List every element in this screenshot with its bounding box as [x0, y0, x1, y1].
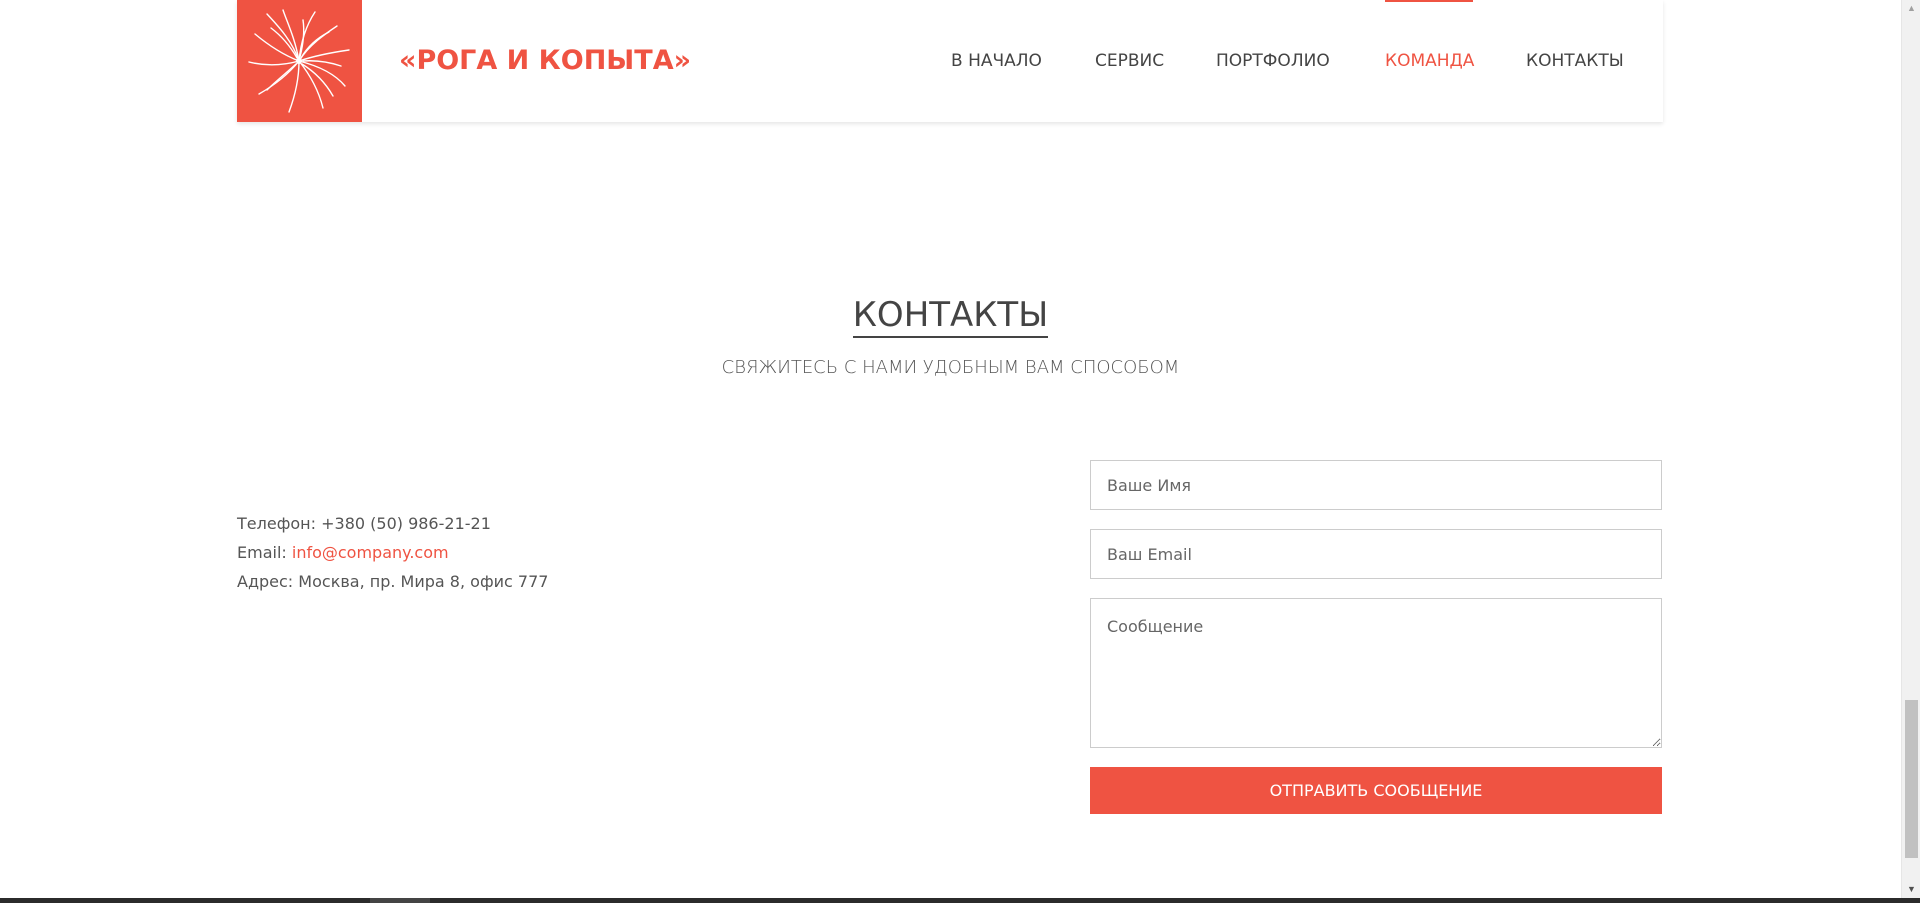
email-label: Email: — [237, 543, 287, 562]
name-input[interactable] — [1090, 460, 1662, 510]
nav-item-portfolio[interactable]: ПОРТФОЛИО — [1216, 50, 1330, 72]
footer-strip-accent — [370, 898, 430, 903]
submit-button[interactable]: ОТПРАВИТЬ СООБЩЕНИЕ — [1090, 767, 1662, 814]
brand-name[interactable]: «РОГА И КОПЫТА» — [399, 44, 691, 78]
email-input[interactable] — [1090, 529, 1662, 579]
phone-value: +380 (50) 986-21-21 — [321, 514, 491, 533]
message-textarea[interactable] — [1090, 598, 1662, 748]
scrollbar-thumb[interactable] — [1905, 700, 1918, 858]
address-line: Адрес: Москва, пр. Мира 8, офис 777 — [237, 571, 548, 593]
arrow-up-icon[interactable]: ▲ — [1902, 0, 1920, 17]
nav-item-team[interactable]: КОМАНДА — [1385, 50, 1474, 72]
active-nav-indicator — [1385, 0, 1473, 2]
vertical-scrollbar[interactable]: ▲ ▼ — [1901, 0, 1920, 898]
nav-item-contacts[interactable]: КОНТАКТЫ — [1526, 50, 1624, 72]
address-value: Москва, пр. Мира 8, офис 777 — [298, 572, 549, 591]
section-title-text: КОНТАКТЫ — [852, 295, 1049, 338]
email-link[interactable]: info@company.com — [292, 543, 449, 562]
nav-item-service[interactable]: СЕРВИС — [1095, 50, 1164, 72]
phone-label: Телефон: — [237, 514, 317, 533]
section-subtitle: СВЯЖИТЕСЬ С НАМИ УДОБНЫМ ВАМ СПОСОБОМ — [721, 357, 1180, 378]
arrow-down-icon[interactable]: ▼ — [1902, 881, 1920, 898]
logo[interactable] — [237, 0, 362, 122]
section-title: КОНТАКТЫ — [0, 292, 1901, 338]
address-label: Адрес: — [237, 572, 294, 591]
nav-item-home[interactable]: В НАЧАЛО — [951, 50, 1042, 72]
email-line: Email: info@company.com — [237, 542, 449, 564]
phone-line: Телефон: +380 (50) 986-21-21 — [237, 513, 491, 535]
site-header: «РОГА И КОПЫТА» В НАЧАЛО СЕРВИС ПОРТФОЛИ… — [237, 0, 1663, 122]
footer-strip — [0, 898, 1920, 903]
page-viewport: «РОГА И КОПЫТА» В НАЧАЛО СЕРВИС ПОРТФОЛИ… — [0, 0, 1901, 898]
flower-burst-logo-icon — [248, 9, 350, 113]
